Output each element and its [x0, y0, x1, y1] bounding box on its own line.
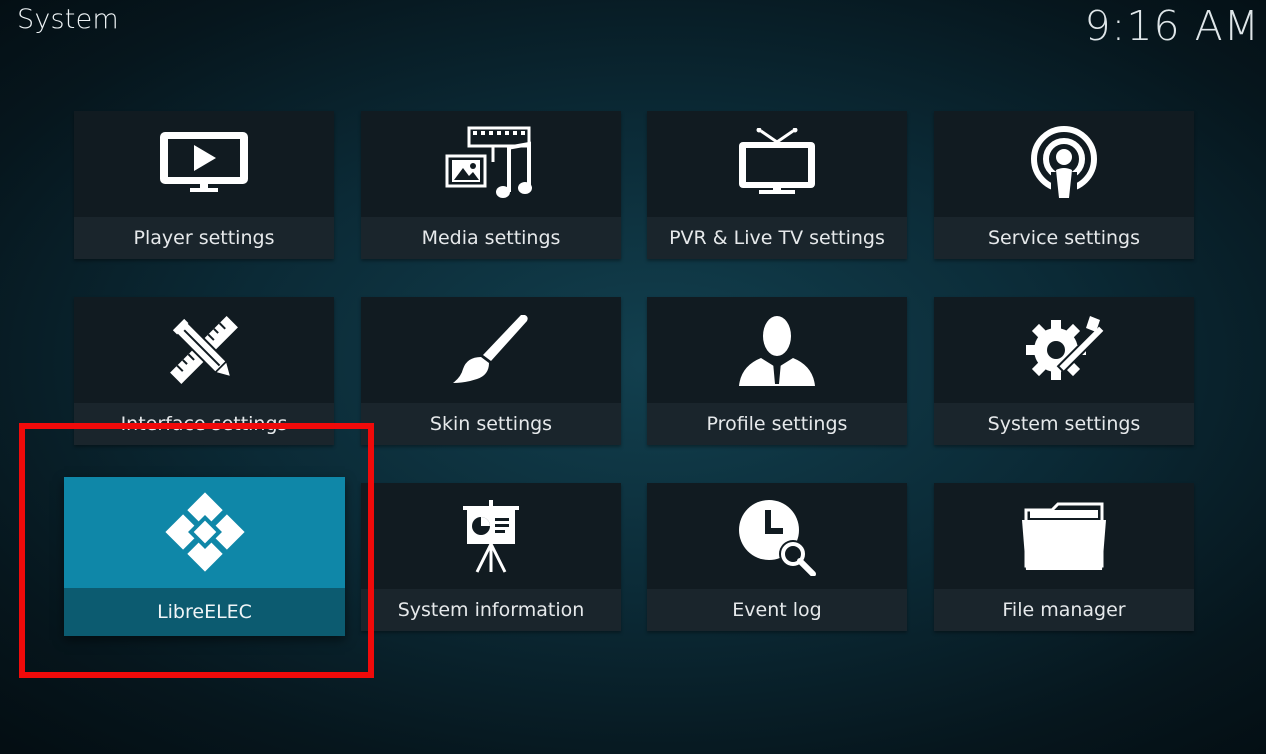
tile-service-settings[interactable]: Service settings	[934, 111, 1194, 259]
tile-label: File manager	[934, 589, 1194, 631]
tile-label: Media settings	[361, 217, 621, 259]
media-icon	[361, 111, 621, 217]
tile-label: Interface settings	[74, 403, 334, 445]
tile-file-manager[interactable]: File manager	[934, 483, 1194, 631]
tile-pvr-live-tv-settings[interactable]: PVR & Live TV settings	[647, 111, 907, 259]
tile-label: Player settings	[74, 217, 334, 259]
tile-event-log[interactable]: Event log	[647, 483, 907, 631]
podcast-icon	[934, 111, 1194, 217]
folder-icon	[934, 483, 1194, 589]
user-icon	[647, 297, 907, 403]
tile-label: LibreELEC	[64, 588, 345, 636]
tile-system-settings[interactable]: System settings	[934, 297, 1194, 445]
tv-antenna-icon	[647, 111, 907, 217]
tile-label: System information	[361, 589, 621, 631]
tile-interface-settings[interactable]: Interface settings	[74, 297, 334, 445]
tile-label: Event log	[647, 589, 907, 631]
tile-profile-settings[interactable]: Profile settings	[647, 297, 907, 445]
tile-skin-settings[interactable]: Skin settings	[361, 297, 621, 445]
tile-media-settings[interactable]: Media settings	[361, 111, 621, 259]
clock: 9:16 AM	[1084, 2, 1260, 50]
tile-label: System settings	[934, 403, 1194, 445]
presentation-icon	[361, 483, 621, 589]
gear-tools-icon	[934, 297, 1194, 403]
pencil-ruler-icon	[74, 297, 334, 403]
tv-play-icon	[74, 111, 334, 217]
tile-label: Profile settings	[647, 403, 907, 445]
tile-label: PVR & Live TV settings	[647, 217, 907, 259]
tile-system-information[interactable]: System information	[361, 483, 621, 631]
libreelec-logo-icon	[64, 477, 345, 587]
tile-libreelec[interactable]: LibreELEC	[64, 477, 345, 636]
clock-search-icon	[647, 483, 907, 589]
tile-player-settings[interactable]: Player settings	[74, 111, 334, 259]
paintbrush-icon	[361, 297, 621, 403]
window-title: System	[17, 4, 119, 35]
tile-label: Skin settings	[361, 403, 621, 445]
tile-label: Service settings	[934, 217, 1194, 259]
